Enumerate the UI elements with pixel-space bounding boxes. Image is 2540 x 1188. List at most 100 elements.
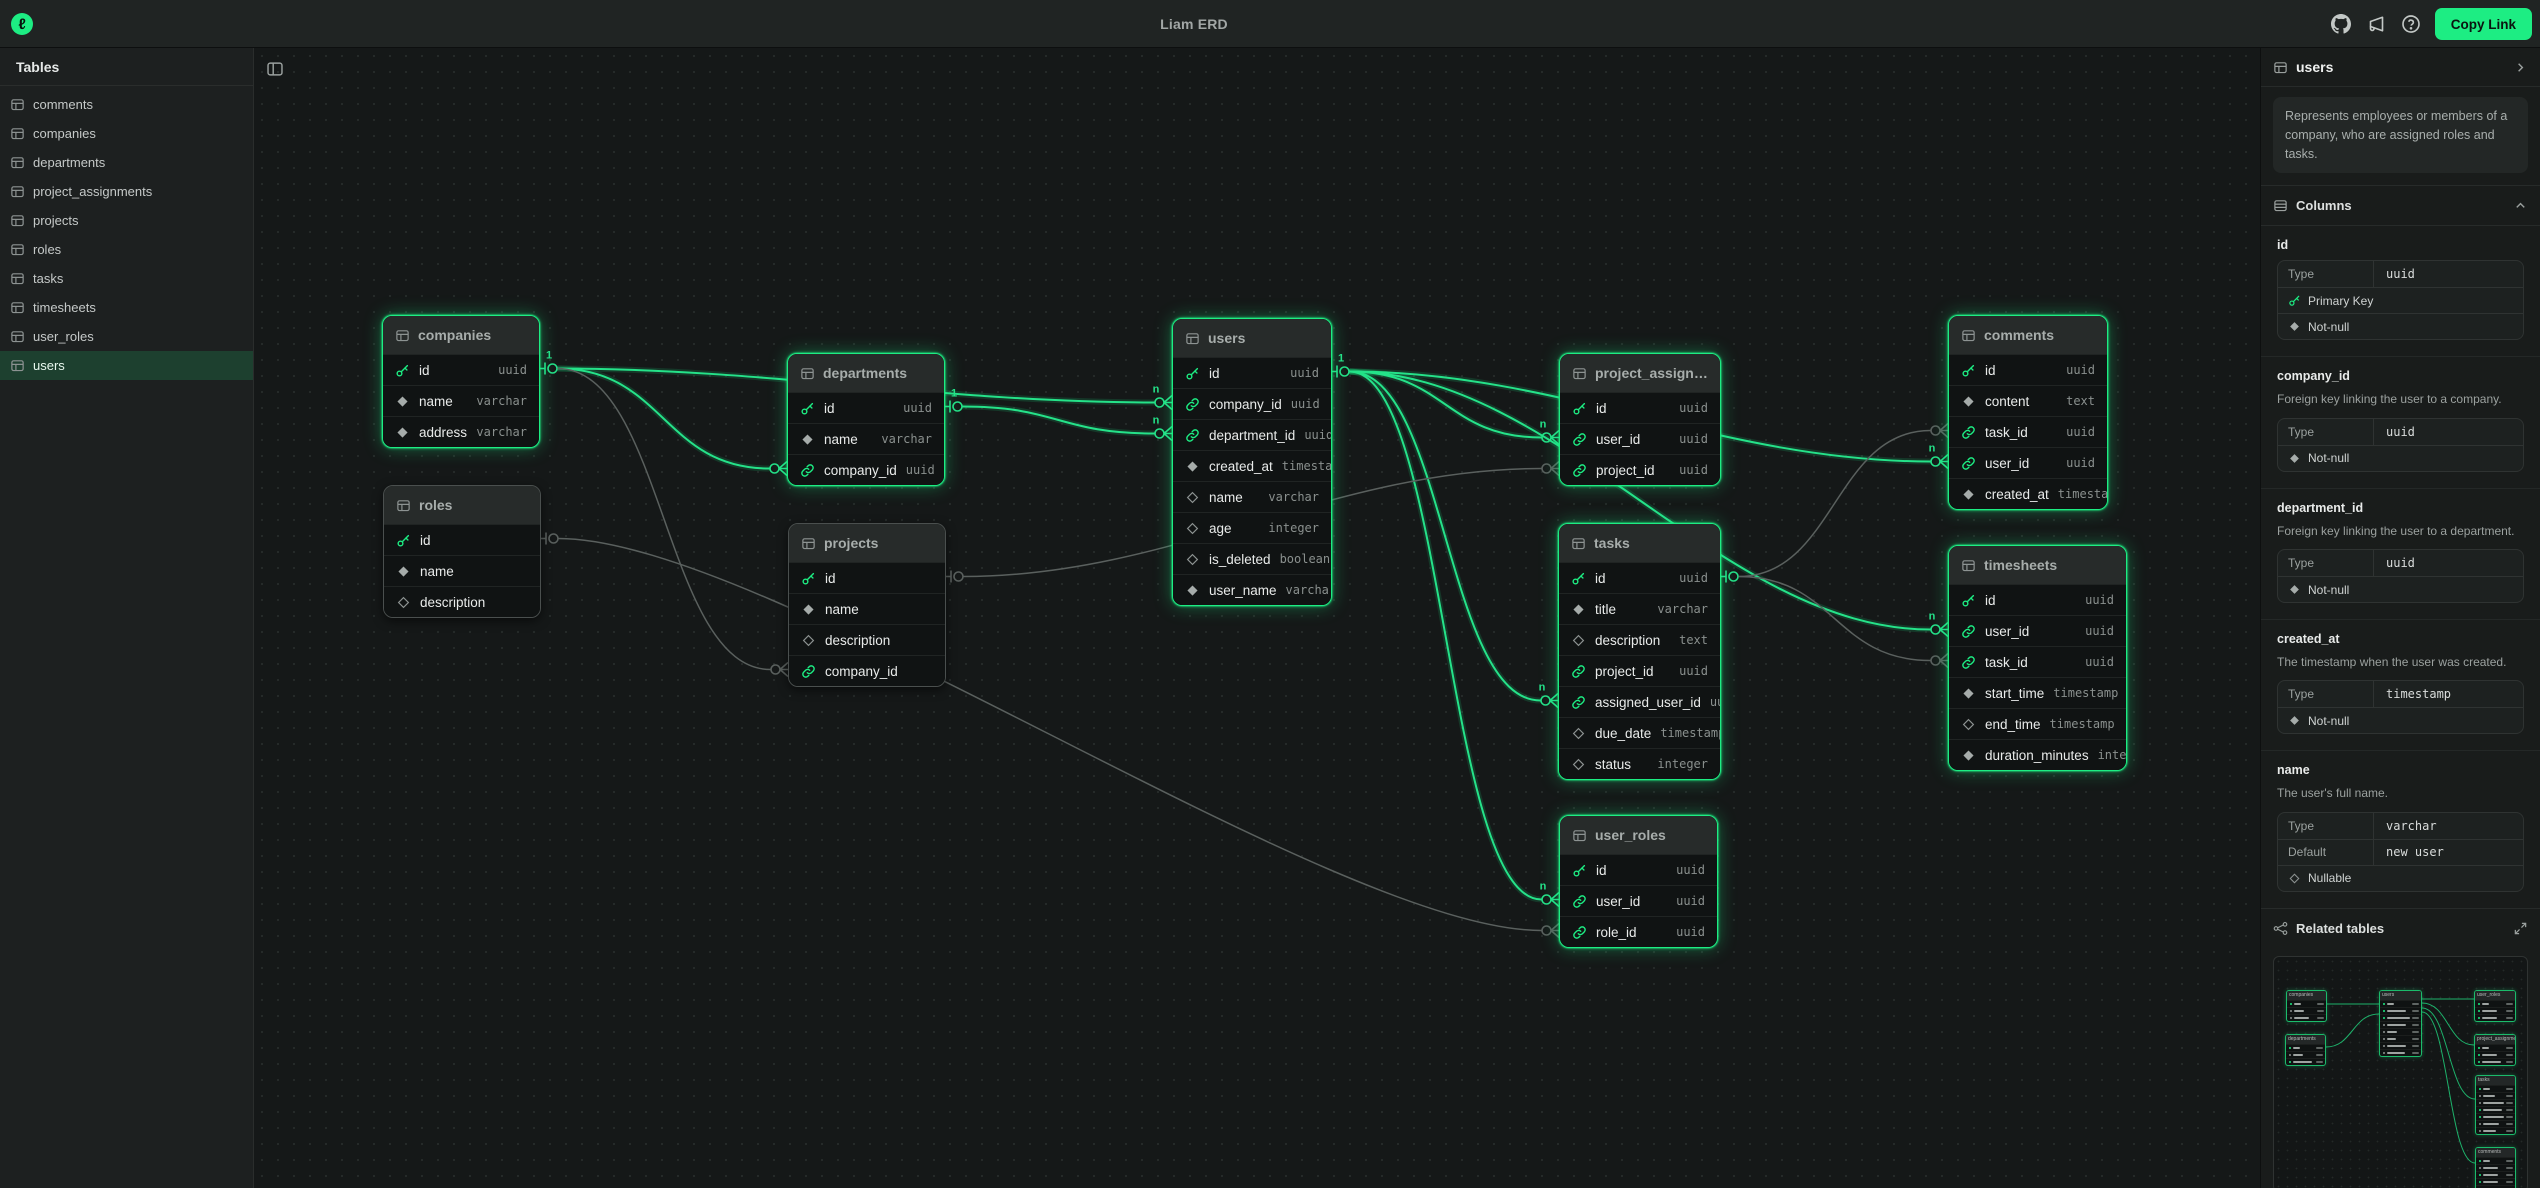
erd-column-row[interactable]: project_iduuid	[1559, 655, 1720, 686]
erd-column-row[interactable]: role_iduuid	[1560, 916, 1717, 947]
erd-column-row[interactable]: iduuid	[1559, 562, 1720, 593]
erd-table-user_roles[interactable]: user_rolesiduuiduser_iduuidrole_iduuid	[1559, 815, 1718, 948]
sidebar-item-timesheets[interactable]: timesheets	[0, 293, 253, 322]
erd-column-name: name	[1209, 490, 1259, 505]
erd-column-row[interactable]: namevarchar	[788, 423, 944, 454]
erd-table-tasks[interactable]: tasksiduuidtitlevarchardescriptiontextpr…	[1558, 523, 1721, 780]
erd-column-row[interactable]: user_iduuid	[1560, 885, 1717, 916]
erd-column-row[interactable]: created_attimestamp	[1173, 450, 1331, 481]
erd-column-row[interactable]: iduuid	[788, 392, 944, 423]
erd-table-header: users	[1173, 319, 1331, 357]
erd-column-row[interactable]: namevarchar	[1173, 481, 1331, 512]
related-tables-minimap[interactable]: companiesdepartmentsusersuser_rolesproje…	[2273, 956, 2528, 1188]
sidebar-item-comments[interactable]: comments	[0, 90, 253, 119]
chevron-up-icon[interactable]	[2513, 198, 2528, 213]
erd-column-row[interactable]: contenttext	[1949, 385, 2107, 416]
table-icon	[1961, 558, 1976, 573]
link-icon	[1572, 432, 1587, 447]
minimap-row-type-bar	[2412, 1038, 2419, 1041]
diamond-filled-icon	[1961, 686, 1976, 701]
erd-column-row[interactable]: created_attimestamp	[1949, 478, 2107, 509]
sidebar-item-tasks[interactable]: tasks	[0, 264, 253, 293]
erd-column-row[interactable]: company_iduuid	[1173, 388, 1331, 419]
erd-column-row[interactable]: addressvarchar	[383, 416, 539, 447]
minimap-table-row	[2380, 1035, 2421, 1042]
liam-logo-icon[interactable]: ℓ	[11, 13, 33, 35]
megaphone-icon[interactable]	[2365, 13, 2387, 35]
erd-column-row[interactable]: user_iduuid	[1949, 447, 2107, 478]
help-icon[interactable]	[2400, 13, 2422, 35]
panel-close-icon[interactable]	[2513, 60, 2528, 75]
erd-table-timesheets[interactable]: timesheetsiduuiduser_iduuidtask_iduuidst…	[1948, 545, 2127, 771]
erd-column-row[interactable]: assigned_user_iduuid	[1559, 686, 1720, 717]
erd-column-row[interactable]: id	[384, 524, 540, 555]
erd-column-row[interactable]: statusinteger	[1559, 748, 1720, 779]
erd-table-roles[interactable]: rolesidnamedescription	[383, 485, 541, 618]
github-icon[interactable]	[2330, 13, 2352, 35]
erd-canvas[interactable]: 1n1n1nnnnn companiesiduuidnamevarcharadd…	[254, 48, 2260, 1188]
sidebar-item-departments[interactable]: departments	[0, 148, 253, 177]
minimap-row-type-bar	[2506, 1102, 2513, 1105]
minimap-row-dot	[2479, 1109, 2482, 1112]
copy-link-button[interactable]: Copy Link	[2435, 8, 2532, 40]
detail-column-description: Foreign key linking the user to a compan…	[2277, 391, 2524, 408]
erd-column-row[interactable]: project_iduuid	[1560, 454, 1720, 485]
erd-column-row[interactable]: id	[789, 562, 945, 593]
expand-icon[interactable]	[2513, 921, 2528, 936]
erd-column-row[interactable]: task_iduuid	[1949, 416, 2107, 447]
erd-column-row[interactable]: due_datetimestamp	[1559, 717, 1720, 748]
minimap-row-bar	[2482, 1003, 2489, 1006]
erd-column-row[interactable]: iduuid	[1560, 392, 1720, 423]
erd-column-row[interactable]: iduuid	[1173, 357, 1331, 388]
erd-column-row[interactable]: iduuid	[1949, 354, 2107, 385]
sidebar-item-project_assignments[interactable]: project_assignments	[0, 177, 253, 206]
erd-column-row[interactable]: task_iduuid	[1949, 646, 2126, 677]
erd-column-row[interactable]: name	[789, 593, 945, 624]
erd-column-row[interactable]: company_id	[789, 655, 945, 686]
panel-left-toggle-icon[interactable]	[266, 60, 286, 80]
columns-section-header[interactable]: Columns	[2261, 185, 2540, 225]
erd-column-row[interactable]: end_timetimestamp	[1949, 708, 2126, 739]
minimap-row-dot	[2478, 1003, 2481, 1006]
erd-column-row[interactable]: iduuid	[383, 354, 539, 385]
erd-column-row[interactable]: user_iduuid	[1949, 615, 2126, 646]
svg-text:n: n	[1539, 682, 1546, 694]
erd-edge	[1350, 372, 1542, 900]
erd-column-row[interactable]: user_namevarchar	[1173, 574, 1331, 605]
sidebar-item-users[interactable]: users	[0, 351, 253, 380]
erd-column-row[interactable]: name	[384, 555, 540, 586]
erd-column-row[interactable]: company_iduuid	[788, 454, 944, 485]
erd-edge	[558, 369, 771, 670]
minimap-row-type-bar	[2412, 1024, 2419, 1027]
erd-table-project_assignments[interactable]: project_assignmentsiduuiduser_iduuidproj…	[1559, 353, 1721, 486]
erd-column-row[interactable]: descriptiontext	[1559, 624, 1720, 655]
erd-column-row[interactable]: ageinteger	[1173, 512, 1331, 543]
sidebar-item-roles[interactable]: roles	[0, 235, 253, 264]
erd-column-row[interactable]: department_iduuid	[1173, 419, 1331, 450]
diamond-filled-icon	[395, 425, 410, 440]
related-tables-header[interactable]: Related tables	[2261, 908, 2540, 948]
erd-column-row[interactable]: namevarchar	[383, 385, 539, 416]
erd-column-name: user_name	[1209, 583, 1277, 598]
erd-table-projects[interactable]: projectsidnamedescriptioncompany_id	[788, 523, 946, 687]
erd-column-name: task_id	[1985, 425, 2057, 440]
erd-column-row[interactable]: user_iduuid	[1560, 423, 1720, 454]
minimap-row-bar	[2483, 1167, 2498, 1170]
erd-column-row[interactable]: iduuid	[1560, 854, 1717, 885]
erd-column-row[interactable]: iduuid	[1949, 584, 2126, 615]
erd-column-row[interactable]: start_timetimestamp	[1949, 677, 2126, 708]
sidebar-item-projects[interactable]: projects	[0, 206, 253, 235]
erd-column-row[interactable]: is_deletedboolean	[1173, 543, 1331, 574]
erd-table-comments[interactable]: commentsiduuidcontenttexttask_iduuiduser…	[1948, 315, 2108, 510]
erd-table-companies[interactable]: companiesiduuidnamevarcharaddressvarchar	[382, 315, 540, 448]
minimap-table-name: companies	[2287, 991, 2326, 1000]
erd-column-row[interactable]: duration_minutesinteger	[1949, 739, 2126, 770]
sidebar-item-user_roles[interactable]: user_roles	[0, 322, 253, 351]
erd-column-row[interactable]: description	[789, 624, 945, 655]
erd-column-row[interactable]: description	[384, 586, 540, 617]
erd-table-users[interactable]: usersiduuidcompany_iduuiddepartment_iduu…	[1172, 318, 1332, 606]
erd-column-row[interactable]: titlevarchar	[1559, 593, 1720, 624]
erd-table-departments[interactable]: departmentsiduuidnamevarcharcompany_iduu…	[787, 353, 945, 486]
sidebar-item-companies[interactable]: companies	[0, 119, 253, 148]
erd-table-header: project_assignments	[1560, 354, 1720, 392]
